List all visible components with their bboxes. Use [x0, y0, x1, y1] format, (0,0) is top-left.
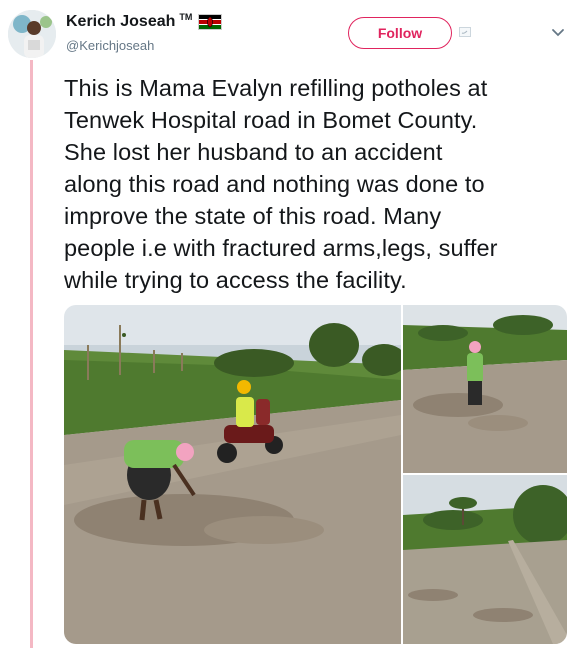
follow-button[interactable]: Follow	[348, 17, 452, 49]
avatar[interactable]	[8, 10, 56, 58]
twitter-bird-icon[interactable]	[459, 27, 471, 37]
kenya-flag-icon	[198, 14, 223, 30]
photo-damaged-road[interactable]	[403, 475, 567, 644]
handle[interactable]: @Kerichjoseah	[66, 38, 154, 53]
chevron-down-icon[interactable]	[551, 28, 565, 38]
photo-woman-standing-on-road[interactable]	[403, 305, 567, 473]
trademark-symbol: TM	[179, 12, 193, 22]
display-name[interactable]: Kerich Joseah	[66, 13, 175, 31]
photo-woman-refilling-pothole[interactable]	[64, 305, 401, 644]
tweet-text: This is Mama Evalyn refilling potholes a…	[64, 75, 498, 293]
tweet-media[interactable]	[64, 305, 567, 644]
thread-line	[30, 60, 33, 648]
